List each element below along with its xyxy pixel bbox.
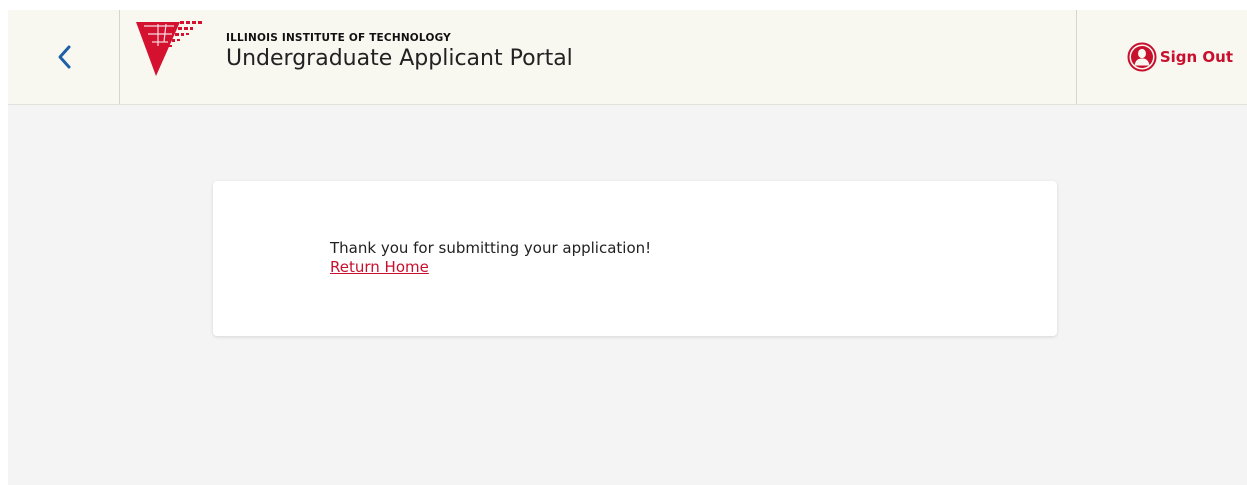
confirmation-message: Thank you for submitting your applicatio… [330,239,652,257]
back-button[interactable] [8,10,120,104]
top-header: ILLINOIS INSTITUTE OF TECHNOLOGY Undergr… [8,10,1247,105]
portal-title: Undergraduate Applicant Portal [226,46,573,71]
chevron-left-icon [58,45,70,69]
sign-out-button[interactable]: Sign Out [1127,42,1233,72]
return-home-link[interactable]: Return Home [330,258,429,276]
iit-logo-icon [134,18,204,78]
app-frame: ILLINOIS INSTITUTE OF TECHNOLOGY Undergr… [8,10,1247,485]
signout-section: Sign Out [1076,10,1247,104]
institution-name: ILLINOIS INSTITUTE OF TECHNOLOGY [226,32,451,44]
header-titles: ILLINOIS INSTITUTE OF TECHNOLOGY Undergr… [226,32,573,73]
user-circle-icon [1127,42,1157,72]
confirmation-card: Thank you for submitting your applicatio… [213,181,1057,336]
sign-out-label: Sign Out [1159,48,1233,66]
